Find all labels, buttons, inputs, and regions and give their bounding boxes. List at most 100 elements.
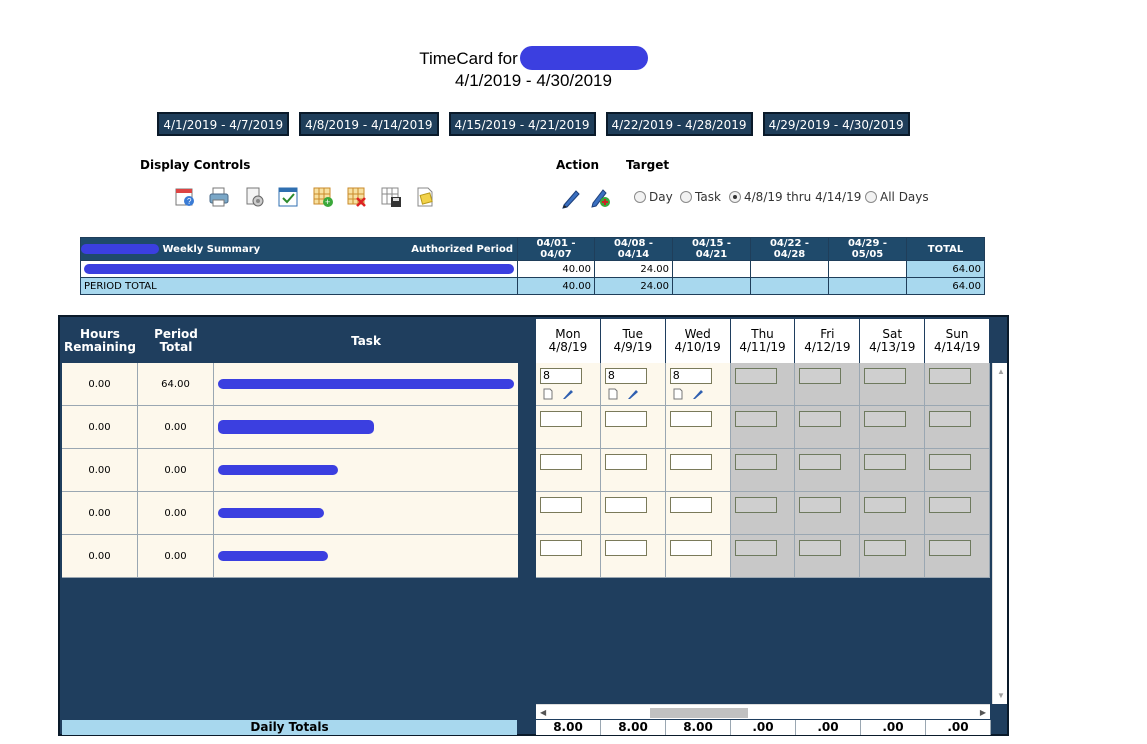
hours-input[interactable]: [799, 367, 842, 384]
target-day-option[interactable]: Day: [634, 190, 673, 204]
hours-input[interactable]: [929, 496, 972, 513]
target-all-days-radio[interactable]: [865, 191, 877, 203]
note-icon[interactable]: [607, 388, 619, 400]
hours-input[interactable]: [864, 453, 907, 470]
summary-title-cell: Weekly Summary Authorized Period: [80, 237, 518, 261]
period-total-cell: 24.00: [594, 277, 673, 295]
hours-input[interactable]: [604, 367, 647, 384]
timecard-title: TimeCard for 4/1/2019 - 4/30/2019: [0, 46, 1067, 92]
note-icon[interactable]: [542, 388, 554, 400]
period-range: 4/1/2019 - 4/30/2019: [455, 71, 612, 90]
scroll-down-icon[interactable]: ▼: [997, 691, 1005, 700]
print-icon[interactable]: [208, 186, 230, 208]
hours-input[interactable]: [669, 539, 712, 556]
notes-icon[interactable]: [414, 186, 436, 208]
target-week-option[interactable]: 4/8/19 thru 4/14/19: [729, 190, 861, 204]
period-total-cell: [750, 277, 829, 295]
target-week-label: 4/8/19 thru 4/14/19: [744, 190, 862, 204]
target-task-option[interactable]: Task: [680, 190, 721, 204]
summary-total-cell: 64.00: [906, 260, 985, 278]
hours-input[interactable]: [669, 410, 712, 427]
vertical-scrollbar[interactable]: ▲ ▼: [992, 363, 1007, 704]
copy-edit-icon[interactable]: [590, 187, 612, 209]
week-button-2[interactable]: 4/8/2019 - 4/14/2019: [299, 112, 439, 136]
redacted-name: [519, 46, 648, 70]
period-total-header: Period Total: [154, 327, 198, 354]
hours-input[interactable]: [864, 410, 907, 427]
hours-input[interactable]: [540, 539, 582, 556]
task-name-cell[interactable]: [214, 449, 518, 491]
hours-input[interactable]: [864, 367, 907, 384]
hours-input[interactable]: [604, 539, 647, 556]
display-controls-label: Display Controls: [140, 158, 251, 172]
hours-input[interactable]: [929, 453, 972, 470]
hours-input[interactable]: [929, 410, 972, 427]
edit-pencil-icon[interactable]: [627, 388, 639, 400]
target-day-radio[interactable]: [634, 191, 646, 203]
hours-input[interactable]: [799, 496, 842, 513]
hours-input[interactable]: [799, 539, 842, 556]
edit-pencil-icon[interactable]: [692, 388, 704, 400]
target-all-days-option[interactable]: All Days: [865, 190, 929, 204]
target-week-radio[interactable]: [729, 191, 741, 203]
task-header: Hours Remaining Period Total Task: [62, 319, 518, 363]
horizontal-scrollbar[interactable]: ◀ ▶: [536, 704, 990, 719]
scroll-up-icon[interactable]: ▲: [997, 367, 1005, 376]
hours-input[interactable]: [669, 367, 712, 384]
hours-input[interactable]: [540, 367, 582, 384]
task-name-cell[interactable]: [214, 535, 518, 577]
task-name-cell[interactable]: [214, 492, 518, 534]
hours-input[interactable]: [540, 410, 582, 427]
target-task-label: Task: [695, 190, 721, 204]
hours-input[interactable]: [669, 453, 712, 470]
day-cell: [536, 535, 601, 577]
day-cell: [730, 492, 796, 534]
hours-input[interactable]: [734, 453, 777, 470]
print-setup-icon[interactable]: [243, 186, 265, 208]
hours-input[interactable]: [734, 367, 777, 384]
hours-input[interactable]: [929, 367, 972, 384]
save-grid-icon[interactable]: [380, 186, 402, 208]
week-button-1[interactable]: 4/1/2019 - 4/7/2019: [157, 112, 290, 136]
note-icon[interactable]: [672, 388, 684, 400]
hours-input[interactable]: [734, 496, 777, 513]
day-cell: [925, 535, 991, 577]
day-cell: [795, 535, 861, 577]
hours-input[interactable]: [540, 496, 582, 513]
edit-pencil-icon[interactable]: [562, 388, 574, 400]
daily-total-cell: .00: [861, 720, 926, 735]
week-button-3[interactable]: 4/15/2019 - 4/21/2019: [448, 112, 596, 136]
target-task-radio[interactable]: [680, 191, 692, 203]
scroll-right-icon[interactable]: ▶: [980, 708, 986, 717]
hours-input[interactable]: [864, 496, 907, 513]
hours-row: [536, 406, 991, 449]
calendar-check-icon[interactable]: [277, 186, 299, 208]
hours-input[interactable]: [734, 410, 777, 427]
horizontal-scroll-thumb[interactable]: [650, 708, 748, 718]
day-cell: [860, 363, 926, 405]
hours-remaining-cell: 0.00: [62, 449, 138, 491]
week-button-5[interactable]: 4/29/2019 - 4/30/2019: [762, 112, 910, 136]
add-grid-icon[interactable]: +: [312, 186, 334, 208]
hours-input[interactable]: [799, 410, 842, 427]
day-cell: [795, 492, 861, 534]
hours-input[interactable]: [799, 453, 842, 470]
hours-input[interactable]: [540, 453, 582, 470]
title-prefix: TimeCard for: [419, 49, 518, 68]
delete-grid-icon[interactable]: [346, 186, 368, 208]
edit-pencil-icon[interactable]: [560, 187, 582, 209]
hours-input[interactable]: [604, 410, 647, 427]
task-name-cell[interactable]: [214, 406, 518, 448]
hours-input[interactable]: [734, 539, 777, 556]
hours-input[interactable]: [604, 496, 647, 513]
calendar-help-icon[interactable]: ?: [174, 186, 196, 208]
hours-input[interactable]: [604, 453, 647, 470]
summary-col-header: 04/22 - 04/28: [750, 237, 829, 261]
week-button-4[interactable]: 4/22/2019 - 4/28/2019: [605, 112, 753, 136]
scroll-left-icon[interactable]: ◀: [540, 708, 546, 717]
task-row: 0.00 0.00: [62, 449, 518, 492]
task-name-cell[interactable]: [214, 363, 518, 405]
hours-input[interactable]: [864, 539, 907, 556]
hours-input[interactable]: [669, 496, 712, 513]
hours-input[interactable]: [929, 539, 972, 556]
